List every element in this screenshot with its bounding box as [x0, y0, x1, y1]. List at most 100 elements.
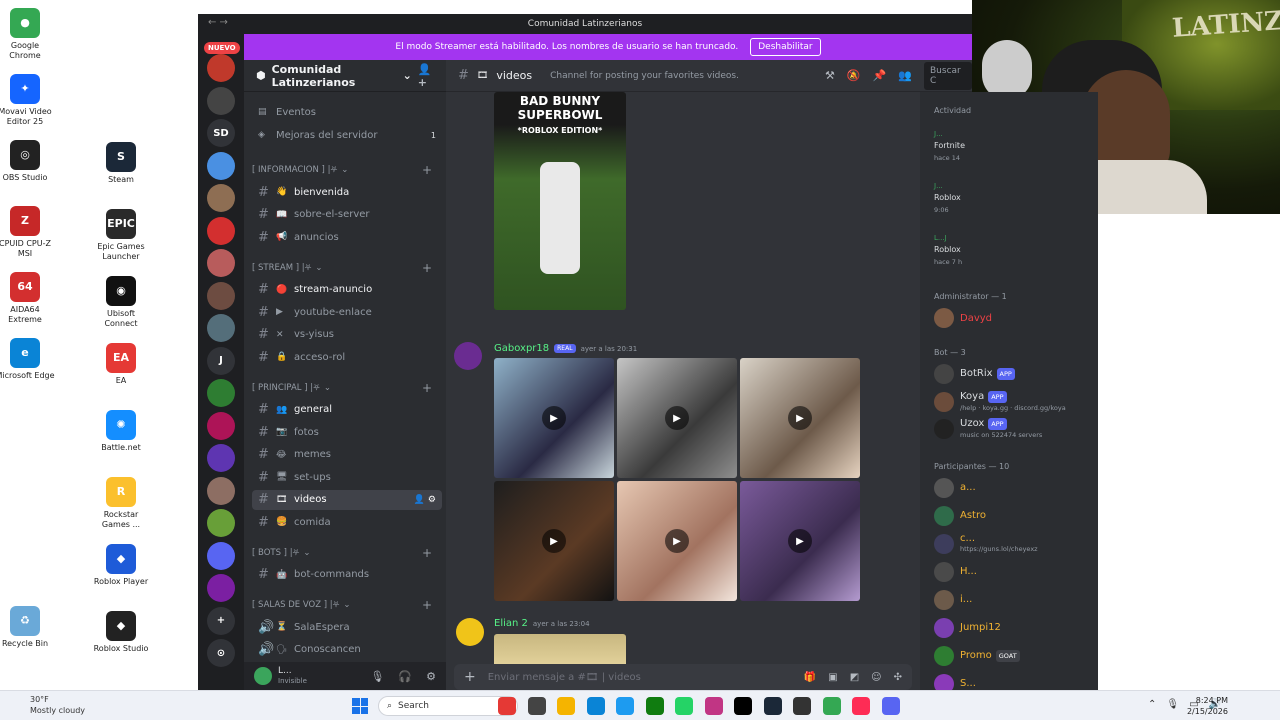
- sidebar-item[interactable]: ▤ Eventos: [252, 102, 442, 122]
- play-icon[interactable]: ▶: [788, 529, 812, 553]
- search-input[interactable]: Buscar C: [924, 61, 972, 90]
- server-icon[interactable]: [207, 379, 235, 407]
- mute-icon[interactable]: 🔕: [847, 69, 861, 82]
- message-input[interactable]: Enviar mensaje a #🎞 | videos: [488, 672, 641, 683]
- desktop-icon[interactable]: ♻ Recycle Bin: [0, 606, 55, 649]
- gear-icon[interactable]: ⚙: [426, 670, 436, 683]
- channel-vs-yisus[interactable]: # ✕ vs-yisus: [252, 325, 442, 345]
- server-icon[interactable]: [207, 184, 235, 212]
- member-row[interactable]: S...: [934, 674, 976, 690]
- server-icon[interactable]: [207, 574, 235, 602]
- desktop-icon[interactable]: ✺ Battle.net: [91, 410, 151, 453]
- chevron-up-icon[interactable]: ⌃: [1148, 699, 1156, 710]
- video-attachment[interactable]: ▶: [617, 481, 737, 601]
- add-channel-icon[interactable]: +: [422, 381, 432, 395]
- channel-category[interactable]: [ SALAS DE VOZ ] |⛧ ⌄ +: [252, 597, 442, 613]
- apps-icon[interactable]: ✣: [894, 672, 902, 683]
- server-icon[interactable]: [207, 281, 235, 310]
- desktop-icon[interactable]: ✦ Movavi Video Editor 25: [0, 74, 55, 127]
- server-icon[interactable]: [207, 541, 235, 570]
- avatar[interactable]: [254, 667, 272, 685]
- member-row[interactable]: i...: [934, 590, 972, 610]
- channel-SalaEspera[interactable]: 🔊 ⏳ SalaEspera: [252, 617, 442, 637]
- desktop-icon[interactable]: Z CPUID CPU-Z MSI: [0, 206, 55, 259]
- taskbar-search[interactable]: ⌕ Search: [378, 696, 518, 716]
- video-attachment[interactable]: ▶: [617, 358, 737, 478]
- emoji-icon[interactable]: ☺: [871, 672, 881, 683]
- member-row[interactable]: Uzox APP music on 522474 servers: [934, 418, 1042, 440]
- play-icon[interactable]: ▶: [665, 529, 689, 553]
- channel-bienvenida[interactable]: # 👋 bienvenida: [252, 182, 442, 202]
- channel-general[interactable]: # 👥 general: [252, 400, 442, 420]
- avatar[interactable]: [456, 618, 484, 646]
- tiktok-live-icon[interactable]: [852, 697, 870, 715]
- microphone-icon[interactable]: 🎙: [370, 670, 384, 683]
- activity-card[interactable]: J... Roblox 9:06: [934, 180, 1084, 226]
- play-icon[interactable]: ▶: [788, 406, 812, 430]
- channel-Conoscancen[interactable]: 🔊 🗣 Conoscancen: [252, 640, 442, 660]
- desktop-icon[interactable]: EPIC Epic Games Launcher: [91, 209, 151, 262]
- server-icon[interactable]: [207, 509, 235, 537]
- desktop-icon[interactable]: ◉ Ubisoft Connect: [91, 276, 151, 329]
- channel-category[interactable]: [ PRINCIPAL ] |⛧ ⌄ +: [252, 380, 442, 396]
- member-list-icon[interactable]: 👥: [898, 69, 912, 82]
- steam-icon[interactable]: [763, 697, 782, 715]
- chrome-icon[interactable]: [822, 697, 841, 715]
- server-icon[interactable]: [207, 314, 235, 342]
- channel-category[interactable]: [ BOTS ] |⛧ ⌄ +: [252, 545, 442, 561]
- desktop-icon[interactable]: R Rockstar Games ...: [91, 477, 151, 530]
- channel-youtube-enlace[interactable]: # ▶ youtube-enlace: [252, 302, 442, 322]
- channel-sobre-el-server[interactable]: # 📖 sobre-el-server: [252, 205, 442, 225]
- member-row[interactable]: H...: [934, 562, 977, 582]
- server-icon[interactable]: +: [207, 606, 235, 635]
- nav-arrows-icon[interactable]: ← →: [208, 17, 228, 28]
- discord-icon[interactable]: [881, 697, 900, 715]
- activity-card[interactable]: L...J Roblox hace 7 h: [934, 232, 1084, 278]
- video-attachment[interactable]: ▶: [494, 358, 614, 478]
- clock[interactable]: 8:24 PM 2/15/2026: [1187, 695, 1228, 717]
- member-row[interactable]: a...: [934, 478, 976, 498]
- server-icon[interactable]: [207, 444, 235, 472]
- disable-streamer-button[interactable]: Deshabilitar: [750, 38, 821, 56]
- video-attachment[interactable]: ▶: [740, 481, 860, 601]
- add-channel-icon[interactable]: +: [422, 261, 432, 275]
- avatar[interactable]: [454, 342, 482, 370]
- desktop-icon[interactable]: ◆ Roblox Studio: [91, 611, 151, 654]
- gif-icon[interactable]: ▣: [828, 672, 837, 683]
- gear-icon[interactable]: ⚙: [428, 495, 436, 505]
- desktop-icon[interactable]: ● Google Chrome: [0, 8, 55, 61]
- add-attachment-icon[interactable]: +: [464, 669, 476, 685]
- desktop-icon[interactable]: ◎ OBS Studio: [0, 140, 55, 183]
- video-attachment[interactable]: ▶: [740, 358, 860, 478]
- author-name[interactable]: Elian 2: [494, 618, 528, 629]
- server-icon[interactable]: [207, 86, 235, 115]
- server-icon[interactable]: SD: [207, 119, 235, 147]
- desktop-icon[interactable]: ◆ Roblox Player: [91, 544, 151, 587]
- member-row[interactable]: Davyd: [934, 308, 992, 328]
- desktop-icon[interactable]: 64 AIDA64 Extreme: [0, 272, 55, 325]
- desktop-icon[interactable]: e Microsoft Edge: [0, 338, 55, 381]
- channel-comida[interactable]: # 🍔 comida: [252, 512, 442, 532]
- member-row[interactable]: Astro: [934, 506, 986, 526]
- record-icon[interactable]: [498, 697, 516, 715]
- twitter-icon[interactable]: [616, 697, 634, 715]
- member-row[interactable]: BotRix APP: [934, 364, 1015, 384]
- author-name[interactable]: Gaboxpr18: [494, 343, 549, 354]
- add-channel-icon[interactable]: +: [422, 163, 432, 177]
- server-icon[interactable]: [207, 476, 235, 505]
- sticker-icon[interactable]: ◩: [850, 672, 859, 683]
- channel-acceso-rol[interactable]: # 🔒 acceso-rol: [252, 347, 442, 367]
- windows-start-icon[interactable]: [352, 698, 368, 714]
- server-icon[interactable]: [207, 411, 235, 440]
- video-attachment[interactable]: BAD BUNNY SUPERBOWL *ROBLOX EDITION* ▶: [494, 92, 626, 310]
- channel-fotos[interactable]: # 📷 fotos: [252, 422, 442, 442]
- headphones-icon[interactable]: 🎧: [398, 670, 412, 683]
- play-icon[interactable]: ▶: [542, 529, 566, 553]
- pin-icon[interactable]: 📌: [873, 69, 887, 82]
- activity-card[interactable]: J... Fortnite hace 14: [934, 128, 1084, 174]
- folder-icon[interactable]: [557, 697, 575, 715]
- channel-set-ups[interactable]: # 🖥 set-ups: [252, 467, 442, 487]
- channel-bot-commands[interactable]: # 🤖 bot-commands: [252, 565, 442, 585]
- play-icon[interactable]: ▶: [542, 406, 566, 430]
- server-icon[interactable]: [207, 216, 235, 245]
